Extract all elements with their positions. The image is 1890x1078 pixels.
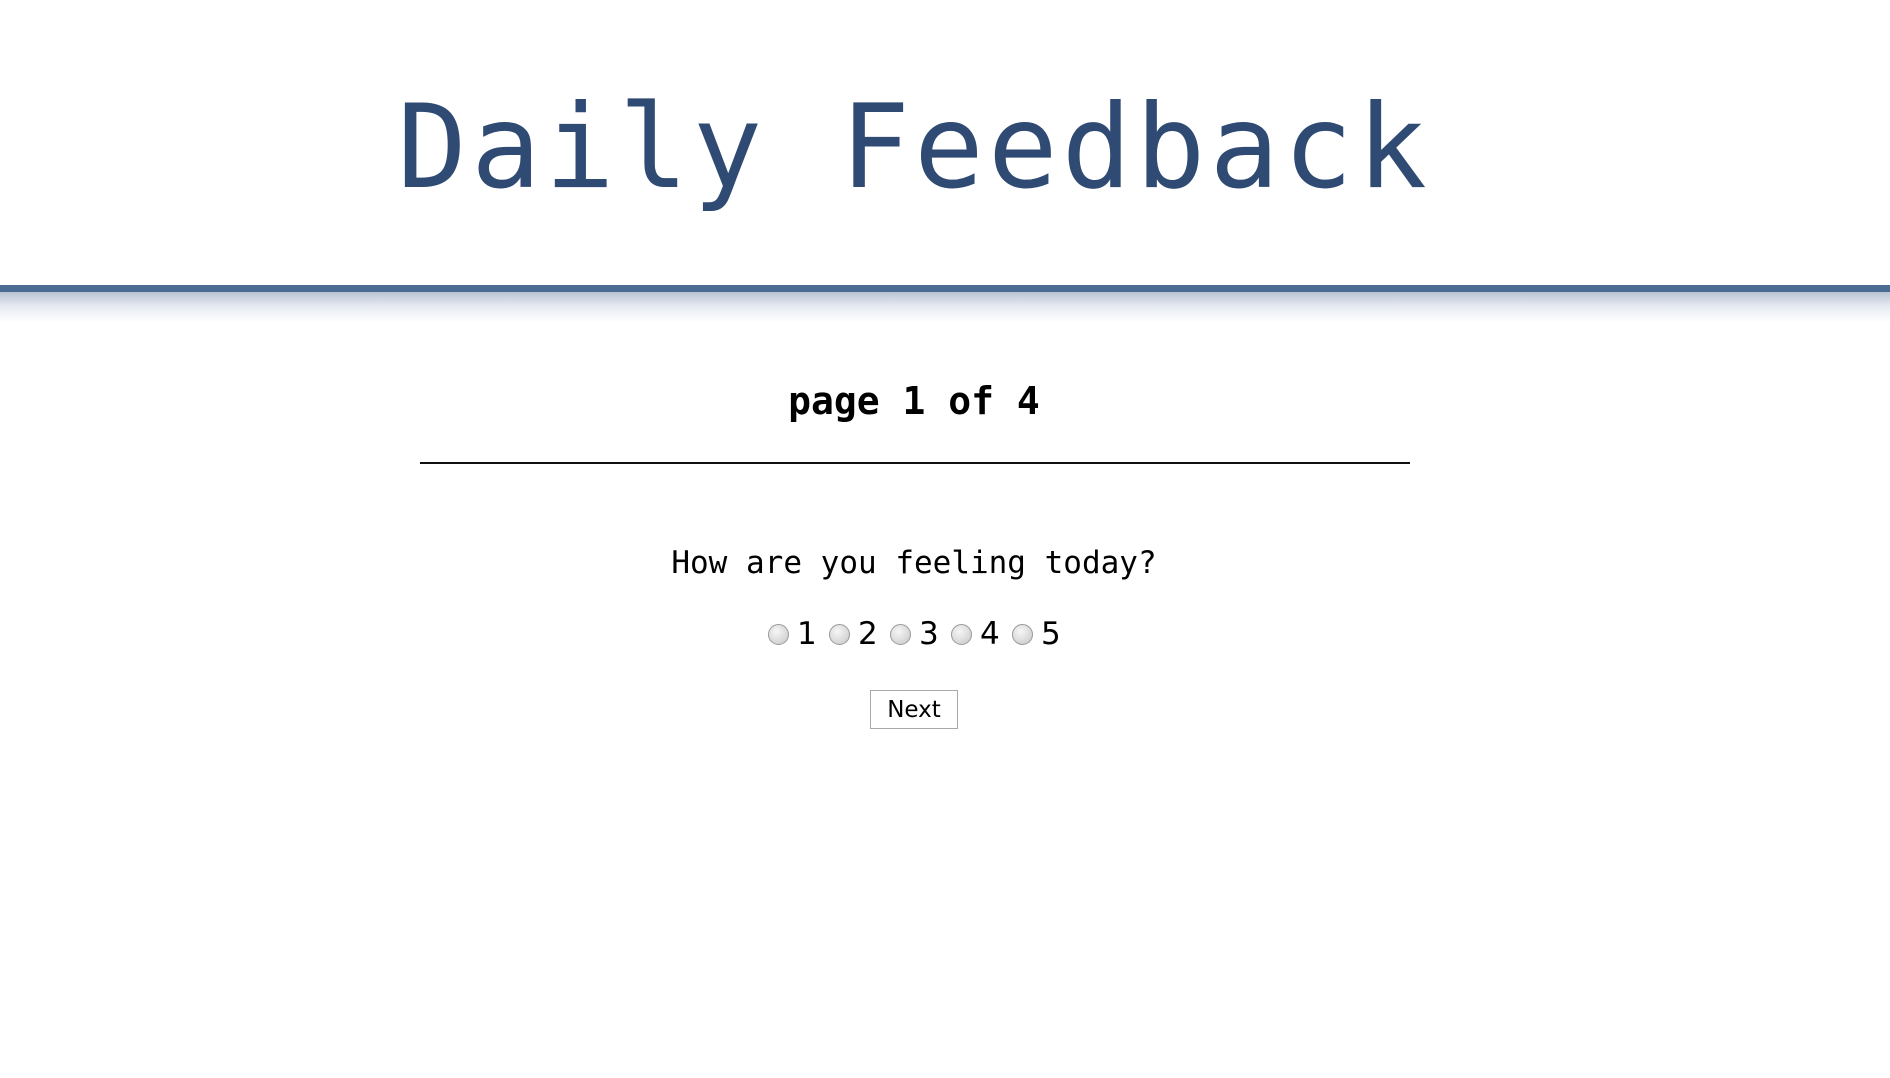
next-button[interactable]: Next (870, 690, 958, 729)
question-text: How are you feeling today? (671, 545, 1157, 581)
rating-radio-4[interactable] (951, 623, 972, 645)
rating-radio-1[interactable] (768, 623, 789, 645)
rating-label-5: 5 (1041, 616, 1061, 652)
rating-option-2[interactable]: 2 (829, 614, 884, 654)
rating-label-4: 4 (980, 616, 1000, 652)
rating-label-3: 3 (919, 616, 939, 652)
page-header: Daily Feedback (0, 0, 1890, 322)
header-shadow (0, 292, 1890, 322)
rating-label-1: 1 (797, 616, 817, 652)
rating-radio-2[interactable] (829, 623, 850, 645)
rating-radio-3[interactable] (890, 623, 911, 645)
header-bar (0, 285, 1890, 292)
page-title: Daily Feedback (397, 80, 1431, 215)
page-indicator: page 1 of 4 (788, 379, 1040, 423)
rating-option-1[interactable]: 1 (768, 614, 823, 654)
rating-option-3[interactable]: 3 (890, 614, 945, 654)
rating-radio-5[interactable] (1012, 623, 1033, 645)
rating-option-5[interactable]: 5 (1012, 614, 1067, 654)
rating-label-2: 2 (858, 616, 878, 652)
section-divider (420, 462, 1410, 464)
rating-option-4[interactable]: 4 (951, 614, 1006, 654)
rating-radio-group: 1 2 3 4 5 (768, 612, 1073, 656)
